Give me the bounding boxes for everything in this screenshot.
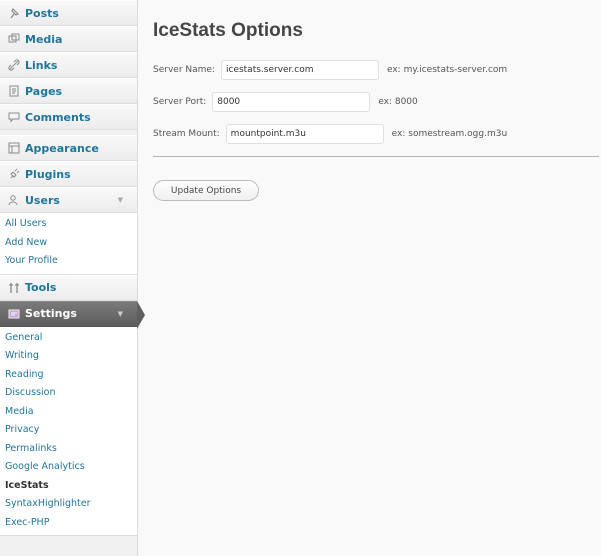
submenu-all-users[interactable]: All Users [0, 215, 137, 234]
menu-tools-label: Tools [25, 281, 57, 294]
server-name-input[interactable] [220, 60, 379, 80]
settings-icon [8, 308, 20, 320]
submenu-writing[interactable]: Writing [0, 347, 137, 366]
submenu-icestats[interactable]: IceStats [0, 477, 137, 496]
submenu-discussion[interactable]: Discussion [0, 384, 137, 403]
submenu-google-analytics[interactable]: Google Analytics [0, 458, 137, 477]
pages-icon [8, 85, 20, 97]
collapse-arrow-icon[interactable]: ▼ [118, 310, 123, 318]
stream-mount-input[interactable] [225, 124, 384, 144]
submenu-general[interactable]: General [0, 329, 137, 348]
submenu-reading[interactable]: Reading [0, 366, 137, 385]
menu-appearance[interactable]: Appearance [0, 135, 137, 161]
menu-posts-label: Posts [25, 6, 59, 20]
stream-mount-row: Stream Mount: ex: somestream.ogg.m3u [153, 124, 507, 144]
menu-links-label: Links [25, 58, 58, 72]
submenu-your-profile[interactable]: Your Profile [0, 252, 137, 271]
server-name-row: Server Name: ex: my.icestats-server.com [153, 60, 507, 80]
menu-settings[interactable]: Settings ▼ [0, 300, 145, 329]
server-name-hint: ex: my.icestats-server.com [386, 65, 508, 75]
pin-icon [8, 7, 20, 19]
menu-comments-label: Comments [25, 110, 91, 124]
submenu-syntaxhighlighter[interactable]: SyntaxHighlighter [0, 495, 137, 514]
section-divider [153, 156, 599, 157]
submenu-media[interactable]: Media [0, 403, 137, 422]
submenu-exec-php[interactable]: Exec-PHP [0, 514, 137, 533]
menu-plugins-label: Plugins [25, 167, 71, 181]
media-icon [8, 33, 20, 45]
server-port-hint: ex: 8000 [378, 97, 418, 107]
submenu-add-new[interactable]: Add New [0, 234, 137, 253]
tools-icon [8, 282, 20, 294]
menu-settings-label: Settings [25, 307, 77, 320]
menu-pages[interactable]: Pages [0, 78, 137, 104]
appearance-icon [8, 142, 20, 154]
menu-media[interactable]: Media [0, 26, 137, 52]
submenu-permalinks[interactable]: Permalinks [0, 440, 137, 459]
server-port-row: Server Port: ex: 8000 [153, 92, 418, 112]
update-options-button[interactable]: Update Options [153, 180, 259, 201]
page-title: IceStats Options [153, 20, 303, 41]
server-port-label: Server Port: [153, 97, 207, 107]
server-name-label: Server Name: [153, 65, 215, 75]
menu-pages-label: Pages [25, 84, 63, 98]
speech-bubble-icon [8, 111, 20, 123]
menu-appearance-label: Appearance [25, 141, 99, 155]
menu-links[interactable]: Links [0, 52, 137, 78]
menu-tools[interactable]: Tools [0, 274, 137, 301]
menu-comments[interactable]: Comments [0, 104, 137, 130]
server-port-input[interactable] [212, 92, 371, 112]
menu-media-label: Media [25, 32, 63, 46]
menu-users-label: Users [25, 193, 60, 207]
main-content: IceStats Options Server Name: ex: my.ice… [150, 0, 601, 556]
plug-icon [8, 168, 20, 180]
users-submenu: All Users Add New Your Profile [0, 213, 137, 275]
admin-sidebar: Posts Media Links Pages Comments Appeara… [0, 0, 145, 556]
stream-mount-hint: ex: somestream.ogg.m3u [391, 129, 508, 139]
settings-submenu: General Writing Reading Discussion Media… [0, 326, 137, 536]
link-icon [8, 59, 20, 71]
menu-plugins[interactable]: Plugins [0, 161, 137, 187]
users-icon [8, 194, 20, 206]
stream-mount-label: Stream Mount: [153, 129, 220, 139]
submenu-privacy[interactable]: Privacy [0, 421, 137, 440]
menu-users[interactable]: Users ▼ [0, 187, 137, 213]
collapse-arrow-icon[interactable]: ▼ [118, 196, 123, 204]
menu-posts[interactable]: Posts [0, 0, 137, 26]
